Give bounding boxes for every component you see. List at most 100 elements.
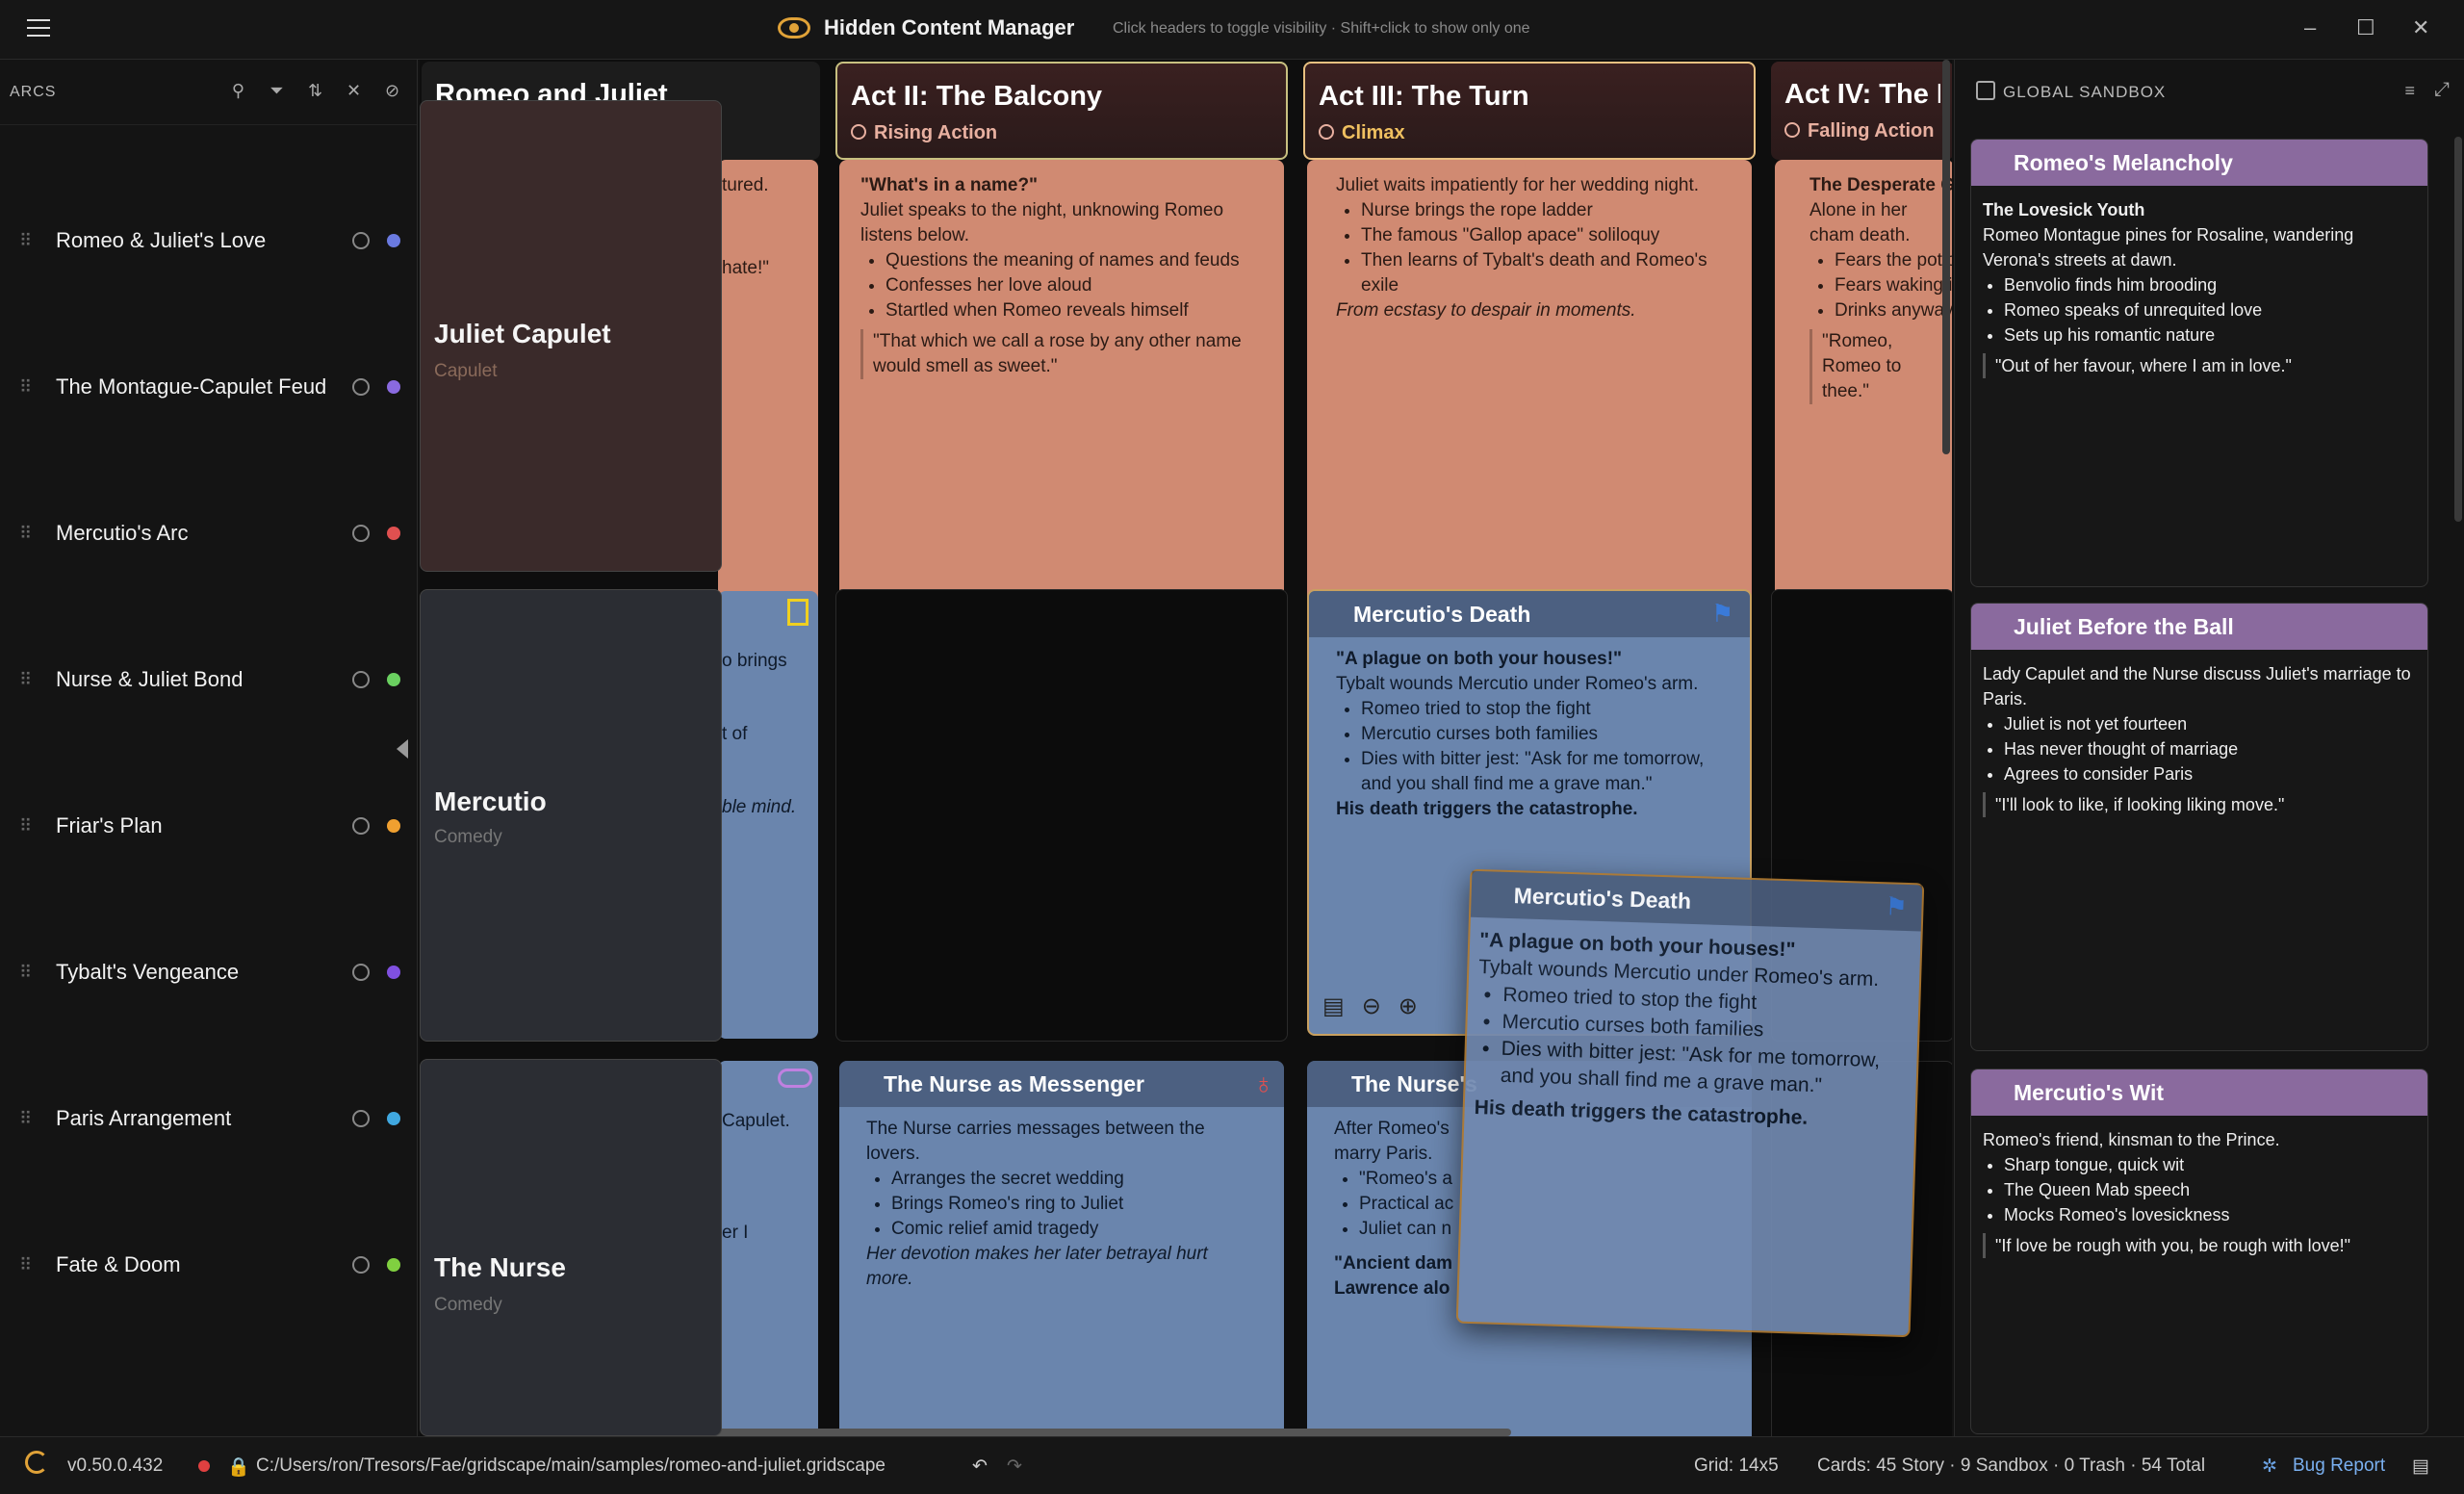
story-card[interactable]: o brings t of ble mind.: [718, 591, 818, 1039]
arc-color-dot[interactable]: [387, 1258, 400, 1272]
arc-color-dot[interactable]: [387, 527, 400, 540]
arc-row[interactable]: ⠿ Paris Arrangement: [0, 1090, 418, 1147]
menu-icon[interactable]: [27, 19, 50, 37]
arc-label: Friar's Plan: [56, 813, 163, 837]
arc-row[interactable]: ⠿ Mercutio's Arc: [0, 504, 418, 562]
palette-icon[interactable]: [352, 525, 370, 542]
arc-color-dot[interactable]: [387, 1112, 400, 1125]
character-card-nurse[interactable]: The Nurse Comedy: [420, 1059, 722, 1436]
palette-icon[interactable]: [352, 671, 370, 688]
arc-row[interactable]: ⠿ Fate & Doom: [0, 1236, 418, 1294]
sandbox-card-bullet: The Queen Mab speech: [2004, 1177, 2416, 1202]
sandbox-card-title: Juliet Before the Ball: [1971, 604, 2427, 650]
flag-icon[interactable]: ⚑: [1885, 891, 1912, 921]
sandbox-card-text: Romeo's friend, kinsman to the Prince.: [1983, 1130, 2280, 1149]
arrow-up-icon[interactable]: ⊕: [1399, 992, 1418, 1020]
story-card-turn[interactable]: Juliet waits impatiently for her wedding…: [1307, 160, 1752, 631]
sandbox-card-quote: "If love be rough with you, be rough wit…: [1983, 1233, 2416, 1258]
drag-handle-icon[interactable]: ⠿: [19, 1109, 32, 1129]
bug-icon[interactable]: ✲: [2262, 1455, 2277, 1478]
sandbox-icon: [1976, 81, 1995, 100]
story-card-act4[interactable]: The Desperate Ga Alone in her cham death…: [1775, 160, 1952, 631]
story-card-balcony[interactable]: "What's in a name?" Juliet speaks to the…: [839, 160, 1284, 631]
app-title: Hidden Content Manager: [778, 15, 1074, 40]
column-header[interactable]: Act III: The Turn Climax: [1303, 62, 1756, 160]
close-icon[interactable]: ✕: [2412, 15, 2429, 40]
character-card-juliet[interactable]: Juliet Capulet Capulet: [420, 100, 722, 572]
lightbulb-icon[interactable]: ♁: [1253, 1069, 1275, 1101]
title-bar: Hidden Content Manager Click headers to …: [0, 0, 2464, 60]
palette-icon[interactable]: [352, 378, 370, 396]
story-card[interactable]: Capulet. er I: [718, 1061, 818, 1436]
arcs-header: ARCS ⚲ ⏷ ⇅ ✕ ⊘: [0, 60, 417, 125]
arc-color-dot[interactable]: [387, 819, 400, 833]
drag-handle-icon[interactable]: ⠿: [19, 1255, 32, 1275]
dragged-card-mercutio-death[interactable]: Mercutio's Death ⚑ "A plague on both you…: [1455, 868, 1925, 1338]
drag-handle-icon[interactable]: ⠿: [19, 670, 32, 690]
hide-icon[interactable]: ⊘: [382, 81, 403, 102]
story-card[interactable]: tured. hate!": [718, 160, 818, 631]
sandbox-card-bullet: Benvolio finds him brooding: [2004, 272, 2416, 297]
drag-handle-icon[interactable]: ⠿: [19, 816, 32, 837]
drag-handle-icon[interactable]: ⠿: [19, 377, 32, 398]
arc-color-dot[interactable]: [387, 673, 400, 686]
sandbox-card-subtitle: The Lovesick Youth: [1983, 200, 2145, 219]
file-path[interactable]: C:/Users/ron/Tresors/Fae/gridscape/main/…: [256, 1455, 886, 1477]
bookmark-icon[interactable]: [787, 599, 808, 626]
palette-icon[interactable]: [352, 1256, 370, 1274]
arc-label: The Montague-Capulet Feud: [56, 374, 327, 399]
arc-row[interactable]: ⠿ Nurse & Juliet Bond: [0, 651, 418, 708]
collapse-icon[interactable]: ✕: [344, 81, 365, 102]
sort-icon[interactable]: ≡: [2404, 81, 2416, 101]
filter-icon[interactable]: ⏷: [267, 81, 288, 102]
sandbox-card-title: Romeo's Melancholy: [1971, 140, 2427, 186]
character-card-mercutio[interactable]: Mercutio Comedy: [420, 589, 722, 1042]
sandbox-card[interactable]: Romeo's Melancholy The Lovesick Youth Rome…: [1970, 139, 2428, 587]
empty-cell[interactable]: [835, 589, 1288, 1042]
arc-row[interactable]: ⠿ Romeo & Juliet's Love: [0, 212, 418, 270]
maximize-icon[interactable]: ☐: [2356, 15, 2375, 40]
palette-icon[interactable]: [352, 964, 370, 981]
column-header[interactable]: Act IV: The Pl Falling Action: [1771, 62, 1952, 160]
sandbox-scrollbar[interactable]: [2454, 137, 2462, 522]
drag-handle-icon[interactable]: ⠿: [19, 963, 32, 983]
link-icon[interactable]: [778, 1069, 812, 1088]
arc-color-dot[interactable]: [387, 234, 400, 247]
palette-icon[interactable]: [352, 232, 370, 249]
arc-row[interactable]: ⠿ Friar's Plan: [0, 797, 418, 855]
sandbox-card[interactable]: Juliet Before the Ball Lady Capulet and t…: [1970, 603, 2428, 1051]
collapse-arrow-icon[interactable]: [397, 739, 408, 759]
sandbox-card-text: Romeo Montague pines for Rosaline, wande…: [1983, 225, 2354, 270]
redo-icon[interactable]: ↷: [1007, 1455, 1022, 1478]
sandbox-card-bullet: Has never thought of marriage: [2004, 736, 2416, 761]
arc-color-dot[interactable]: [387, 380, 400, 394]
palette-icon[interactable]: [352, 817, 370, 835]
horizontal-scrollbar[interactable]: [637, 1429, 1511, 1436]
panel-icon[interactable]: ▤: [2412, 1455, 2429, 1478]
palette-icon[interactable]: [352, 1110, 370, 1127]
arc-color-dot[interactable]: [387, 966, 400, 979]
archive-icon[interactable]: ▤: [1322, 992, 1345, 1020]
arc-row[interactable]: ⠿ Tybalt's Vengeance: [0, 943, 418, 1001]
expand-icon[interactable]: ⤢: [2434, 79, 2451, 101]
drag-handle-icon[interactable]: ⠿: [19, 231, 32, 251]
arrow-left-icon[interactable]: ⊖: [1362, 992, 1381, 1020]
search-icon[interactable]: ⚲: [228, 81, 249, 102]
flag-icon[interactable]: ⚑: [1711, 599, 1738, 628]
drag-handle-icon[interactable]: ⠿: [19, 524, 32, 544]
column-header[interactable]: Act II: The Balcony Rising Action: [835, 62, 1288, 160]
sort-icon[interactable]: ⇅: [305, 81, 326, 102]
arc-row[interactable]: ⠿ The Montague-Capulet Feud: [0, 358, 418, 416]
sandbox-card-bullet: Juliet is not yet fourteen: [2004, 711, 2416, 736]
minimize-icon[interactable]: –: [2304, 15, 2316, 40]
sandbox-header: GLOBAL SANDBOX ≡ ⤢: [1955, 60, 2464, 125]
card-counts: Cards: 45 Story · 9 Sandbox · 0 Trash · …: [1817, 1455, 2206, 1476]
story-card-nurse-messenger[interactable]: The Nurse as Messenger ♁ The Nurse carri…: [839, 1061, 1284, 1436]
vertical-scrollbar[interactable]: [1942, 60, 1950, 454]
bug-report-link[interactable]: Bug Report: [2293, 1455, 2385, 1477]
arc-label: Nurse & Juliet Bond: [56, 667, 244, 691]
sandbox-card-text: Lady Capulet and the Nurse discuss Julie…: [1983, 664, 2411, 708]
lock-icon[interactable]: 🔒: [227, 1455, 250, 1479]
undo-icon[interactable]: ↶: [972, 1455, 988, 1478]
sandbox-card[interactable]: Mercutio's Wit Romeo's friend, kinsman to…: [1970, 1069, 2428, 1434]
